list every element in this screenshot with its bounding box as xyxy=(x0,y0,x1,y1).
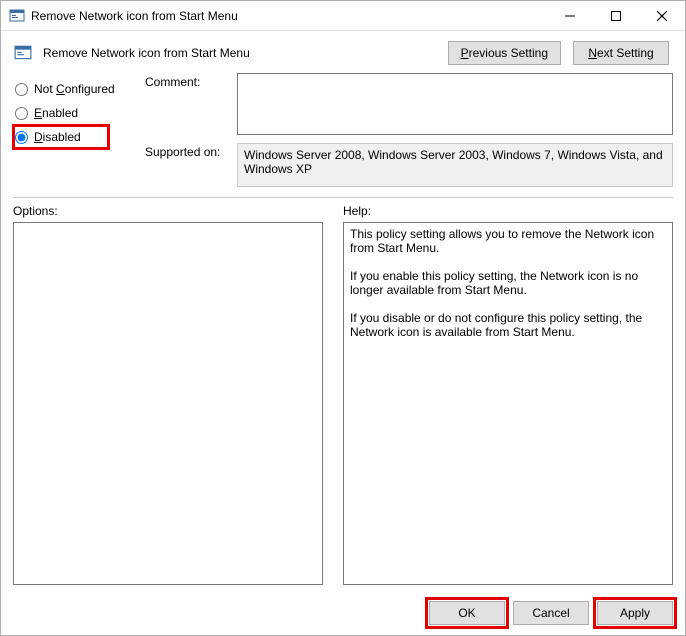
help-label: Help: xyxy=(343,202,673,222)
radio-not-configured[interactable]: Not Configured xyxy=(13,77,137,101)
ok-button[interactable]: OK xyxy=(429,601,505,625)
dialog-window: Remove Network icon from Start Menu Remo… xyxy=(0,0,686,636)
radio-enabled-input[interactable] xyxy=(15,107,28,120)
apply-button[interactable]: Apply xyxy=(597,601,673,625)
maximize-button[interactable] xyxy=(593,1,639,30)
divider xyxy=(13,197,673,198)
radio-disabled[interactable]: Disabled xyxy=(13,125,109,149)
config-area: Not Configured Enabled Disabled Comment:… xyxy=(1,73,685,191)
options-box[interactable] xyxy=(13,222,323,585)
radio-enabled[interactable]: Enabled xyxy=(13,101,137,125)
lower-area: Options: Help: This policy setting allow… xyxy=(1,202,685,591)
previous-setting-button[interactable]: Previous Setting xyxy=(448,41,561,65)
help-panel: Help: This policy setting allows you to … xyxy=(343,202,673,585)
options-label: Options: xyxy=(13,202,323,222)
supported-row: Supported on: Windows Server 2008, Windo… xyxy=(145,143,673,187)
comment-input[interactable] xyxy=(237,73,673,135)
next-setting-button[interactable]: Next Setting xyxy=(573,41,669,65)
window-controls xyxy=(547,1,685,30)
options-panel: Options: xyxy=(13,202,323,585)
titlebar: Remove Network icon from Start Menu xyxy=(1,1,685,31)
help-box: This policy setting allows you to remove… xyxy=(343,222,673,585)
supported-label: Supported on: xyxy=(145,143,229,187)
radio-not-configured-input[interactable] xyxy=(15,83,28,96)
policy-heading-icon xyxy=(13,43,33,63)
minimize-button[interactable] xyxy=(547,1,593,30)
supported-on-box: Windows Server 2008, Windows Server 2003… xyxy=(237,143,673,187)
policy-icon xyxy=(9,8,25,24)
header-row: Remove Network icon from Start Menu Prev… xyxy=(1,31,685,73)
state-radio-group: Not Configured Enabled Disabled xyxy=(13,73,137,187)
radio-disabled-input[interactable] xyxy=(15,131,28,144)
close-button[interactable] xyxy=(639,1,685,30)
window-title: Remove Network icon from Start Menu xyxy=(31,9,547,23)
footer: OK Cancel Apply xyxy=(1,591,685,635)
policy-heading: Remove Network icon from Start Menu xyxy=(43,46,438,60)
comment-row: Comment: xyxy=(145,73,673,135)
comment-label: Comment: xyxy=(145,73,229,135)
cancel-button[interactable]: Cancel xyxy=(513,601,589,625)
